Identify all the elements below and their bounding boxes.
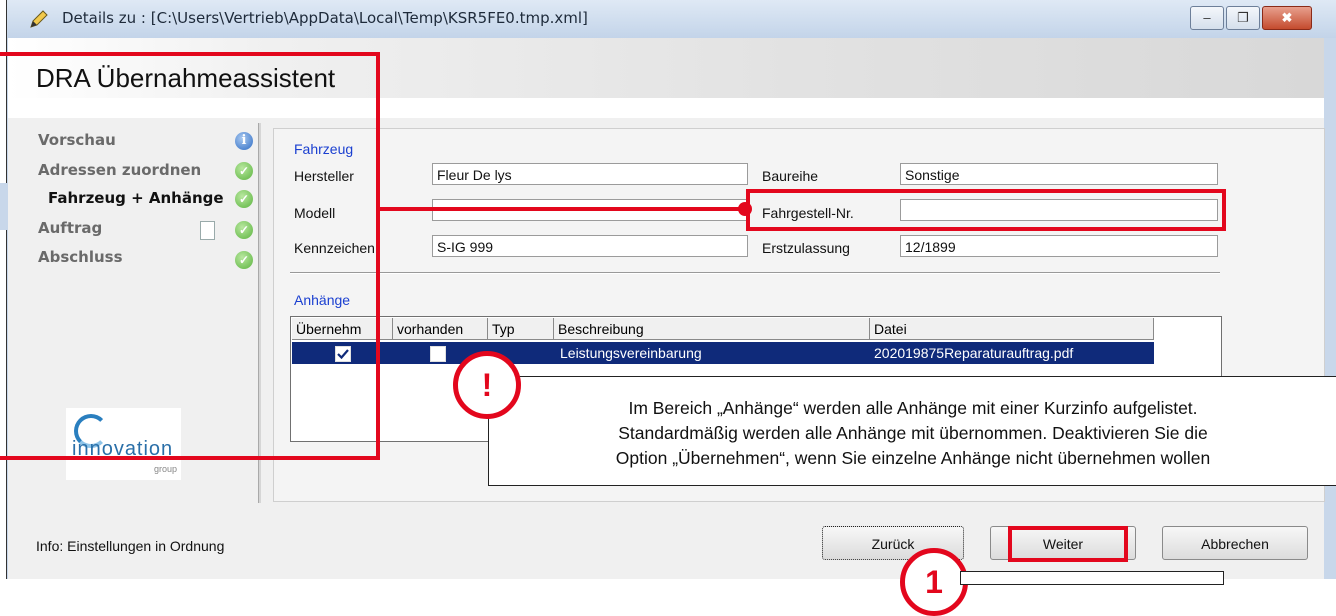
step-number-marker: 1 — [900, 548, 968, 616]
connector-line — [378, 207, 750, 211]
cancel-button[interactable]: Abbrechen — [1162, 526, 1308, 560]
minimize-button[interactable]: – — [1190, 6, 1224, 30]
cell-beschreibung: Leistungsvereinbarung — [560, 345, 702, 361]
column-header-vorhanden[interactable]: vorhanden — [393, 318, 488, 340]
baureihe-field[interactable]: Sonstige — [900, 163, 1218, 185]
cell-datei: 202019875Reparaturauftrag.pdf — [874, 345, 1074, 361]
close-button[interactable]: ✖ — [1262, 6, 1312, 30]
callout-line: Option „Übernehmen“, wenn Sie einzelne A… — [615, 448, 1211, 468]
highlight-box-weiter — [1008, 526, 1128, 562]
kennzeichen-field[interactable]: S-IG 999 — [432, 235, 748, 257]
callout-line: Im Bereich „Anhänge“ werden alle Anhänge… — [628, 398, 1198, 418]
callout-text: Im Bereich „Anhänge“ werden alle Anhänge… — [490, 396, 1336, 471]
callout-box-bottom — [960, 571, 1224, 585]
erstzulassung-field[interactable]: 12/1899 — [900, 235, 1218, 257]
exclamation-marker: ! — [453, 351, 521, 419]
baureihe-label: Baureihe — [762, 168, 819, 184]
column-header-datei[interactable]: Datei — [870, 318, 1154, 340]
pencil-icon — [30, 10, 48, 28]
section-divider — [290, 272, 1220, 274]
restore-button[interactable]: ❐ — [1226, 6, 1260, 30]
window-title: Details zu : [C:\Users\Vertrieb\AppData\… — [62, 9, 588, 27]
vorhanden-checkbox[interactable] — [430, 346, 446, 362]
hersteller-field[interactable]: Fleur De lys — [432, 163, 748, 185]
highlight-box-header — [0, 52, 380, 460]
column-header-typ[interactable]: Typ — [488, 318, 554, 340]
status-text: Info: Einstellungen in Ordnung — [36, 538, 225, 554]
erstzulassung-label: Erstzulassung — [762, 240, 850, 256]
highlight-box-fahrgestell — [746, 189, 1226, 231]
callout-line: Standardmäßig werden alle Anhänge mit üb… — [618, 423, 1208, 443]
column-header-beschreibung[interactable]: Beschreibung — [554, 318, 870, 340]
logo-subtext: group — [154, 464, 178, 474]
